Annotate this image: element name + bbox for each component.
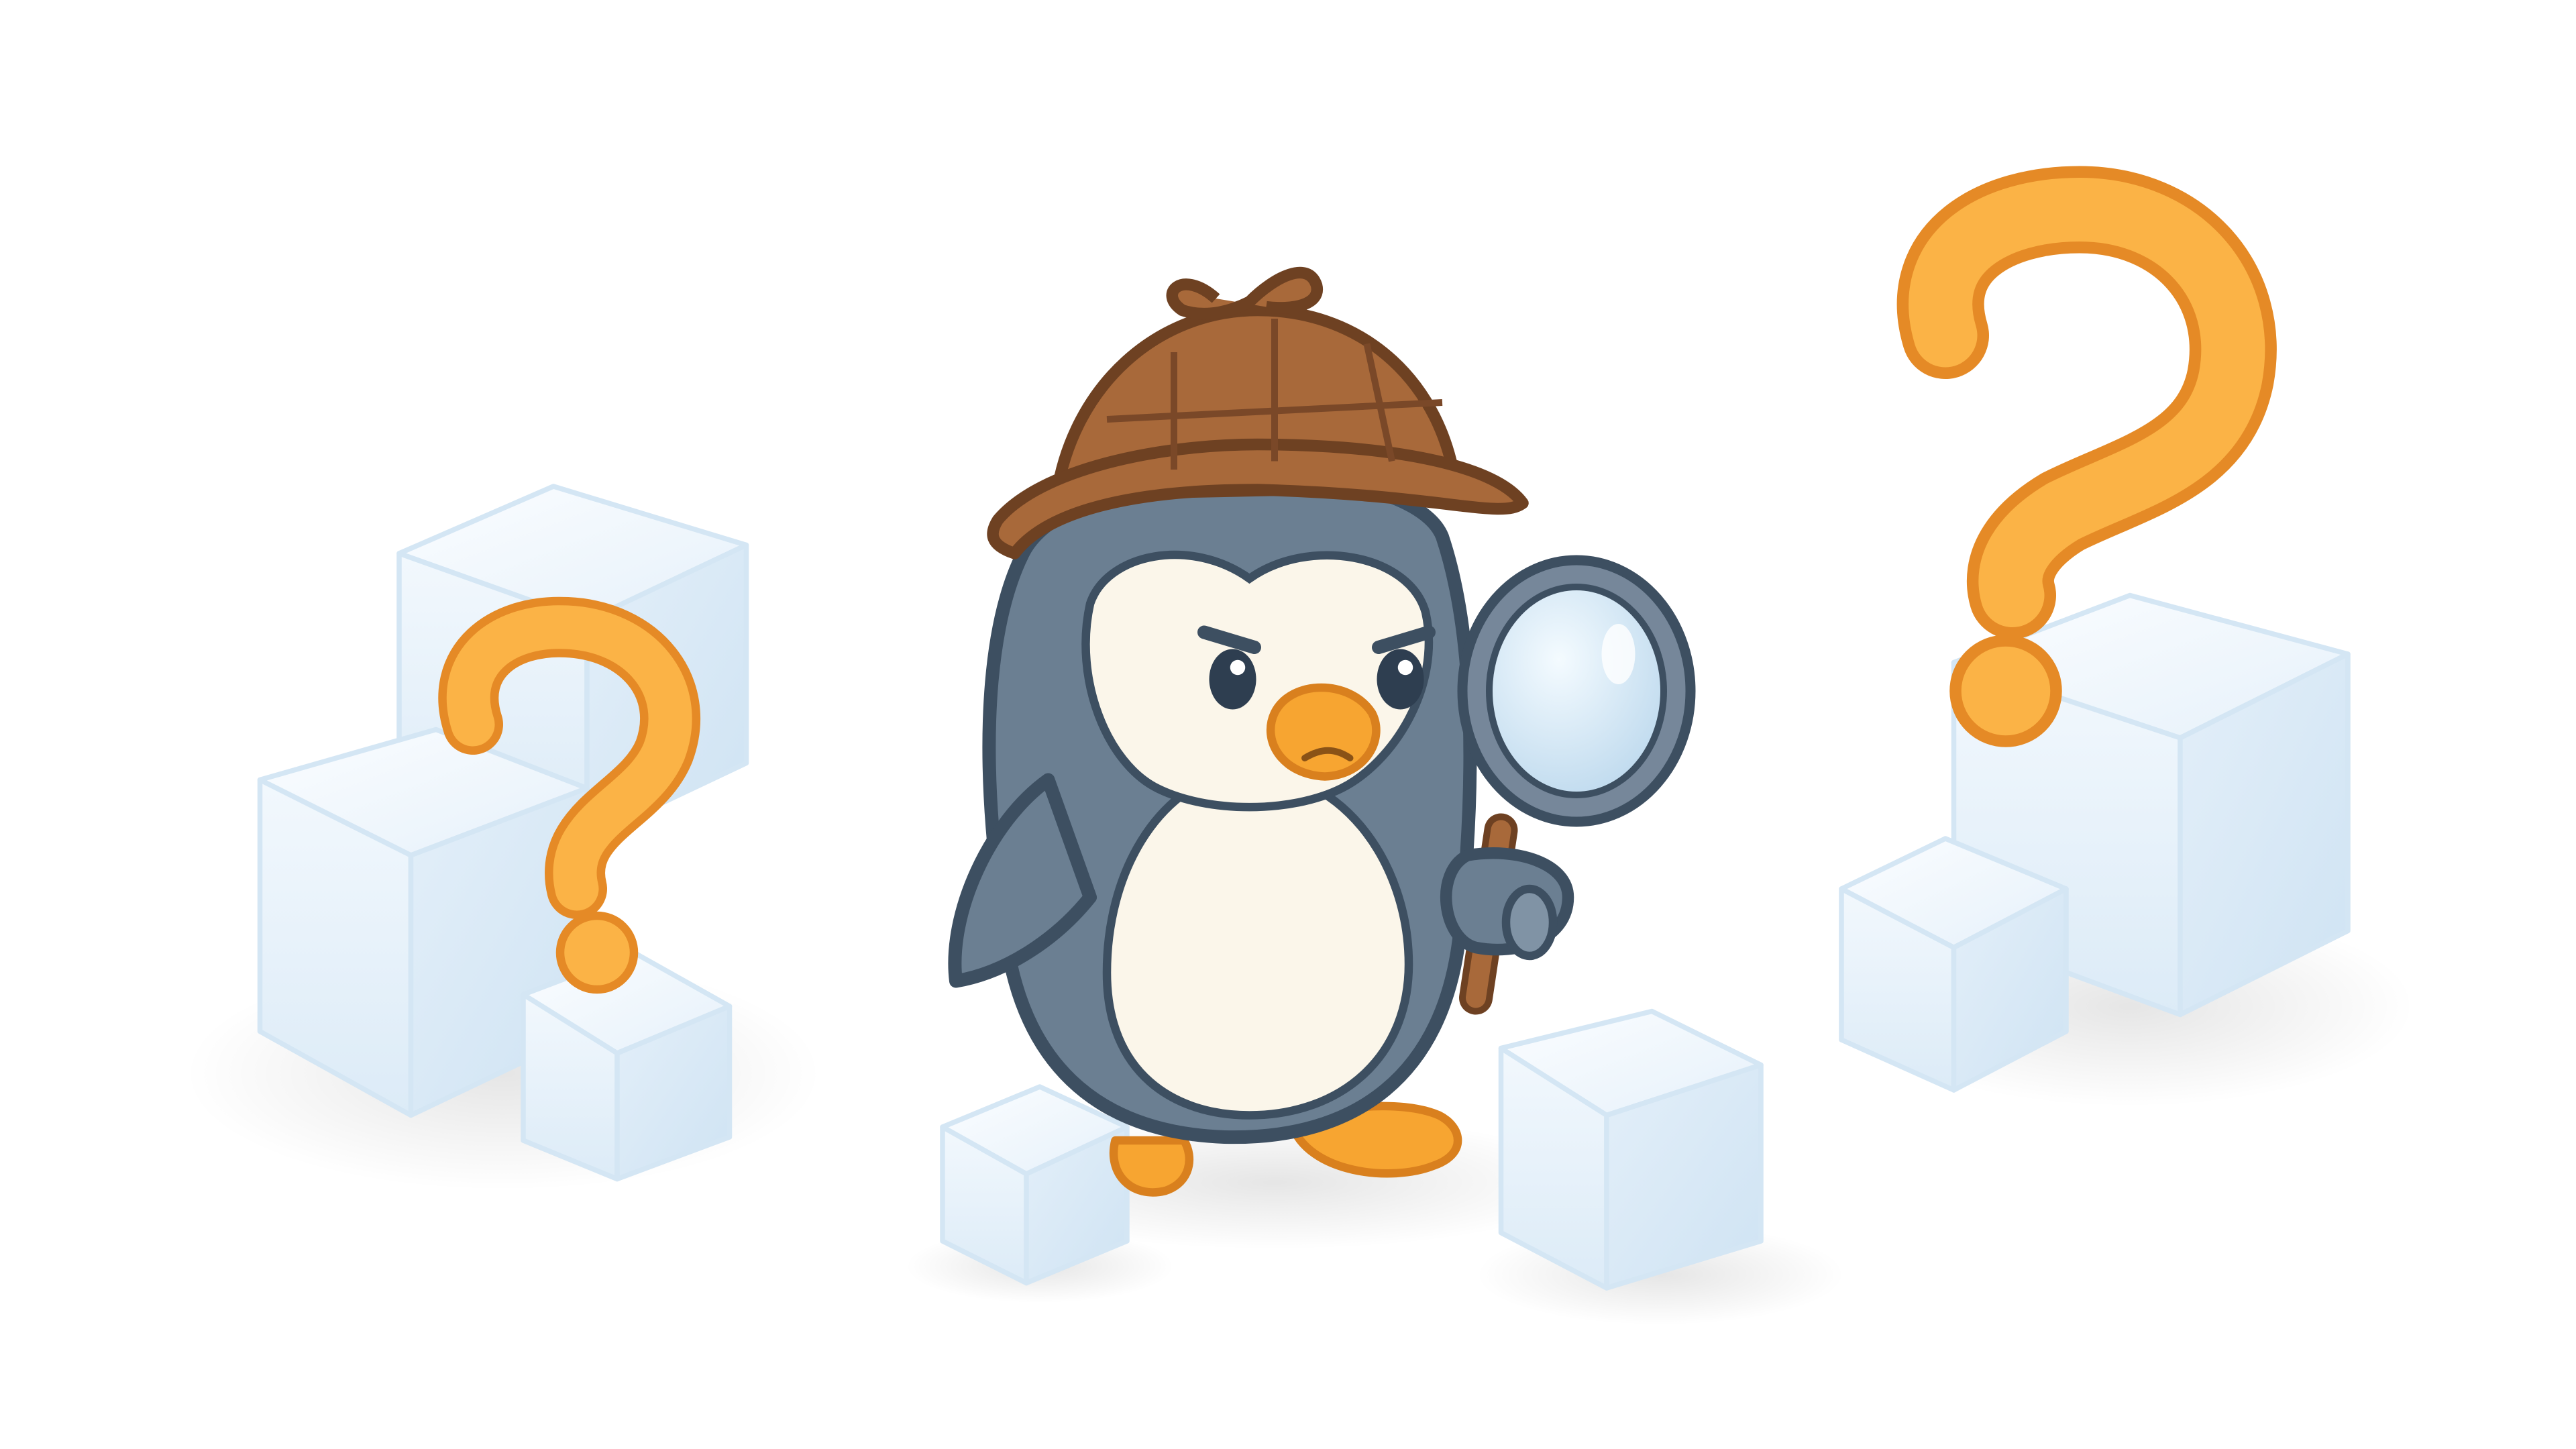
ice-cube-front-right (1498, 1008, 1764, 1291)
ice-cube (521, 950, 733, 1182)
magnifying-glass-icon (1440, 555, 1696, 1015)
penguin-detective-illustration (184, 166, 2415, 1325)
ice-cube-front-left (940, 1084, 1130, 1286)
penguin-beak (1266, 683, 1381, 781)
illustration-canvas (0, 0, 2576, 1449)
